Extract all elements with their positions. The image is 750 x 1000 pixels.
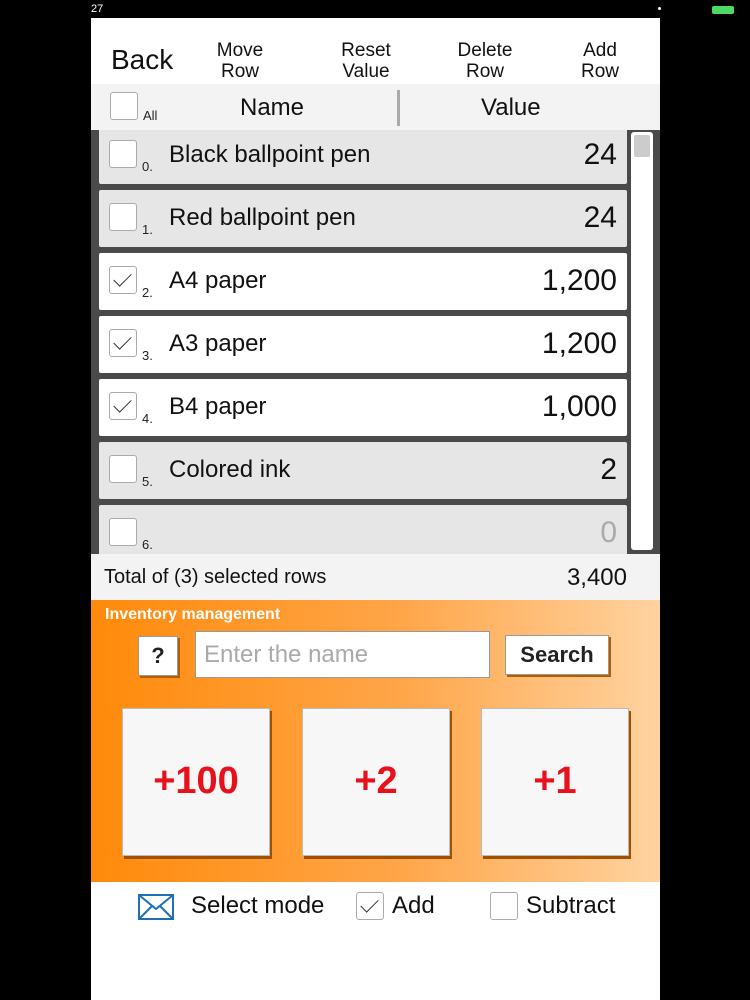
row-value: 0 [600, 516, 617, 549]
list-row[interactable]: 4. B4 paper 1,000 [99, 379, 627, 436]
list-row[interactable]: 3. A3 paper 1,200 [99, 316, 627, 373]
add-2-button[interactable]: +2 [302, 708, 450, 856]
list-row[interactable]: 6. 0 [99, 505, 627, 554]
reset-value-button[interactable]: Reset Value [321, 40, 411, 82]
list-row[interactable]: 1. Red ballpoint pen 24 [99, 190, 627, 247]
row-value: 24 [583, 138, 617, 171]
status-time: 27 [91, 3, 104, 15]
row-checkbox[interactable] [109, 392, 137, 420]
select-all-checkbox[interactable] [110, 92, 138, 120]
list-header: All Name Value [91, 84, 660, 130]
row-index: 3. [142, 348, 153, 363]
total-label: Total of (3) selected rows [104, 566, 327, 588]
column-divider [397, 90, 400, 126]
row-index: 1. [142, 222, 153, 237]
row-value: 2 [600, 453, 617, 486]
add-mode-checkbox[interactable] [356, 892, 384, 920]
row-name: Black ballpoint pen [169, 141, 371, 168]
row-checkbox[interactable] [109, 203, 137, 231]
list-row[interactable]: 5. Colored ink 2 [99, 442, 627, 499]
value-column-header: Value [481, 94, 541, 121]
list-row[interactable]: 2. A4 paper 1,200 [99, 253, 627, 310]
list-row[interactable]: 0. Black ballpoint pen 24 [99, 130, 627, 184]
app-screen: Back Move Row Reset Value Delete Row Add… [91, 18, 660, 1000]
inventory-panel: Inventory management ? Search +100 +2 +1 [91, 600, 660, 882]
row-checkbox[interactable] [109, 329, 137, 357]
select-all-label: All [143, 108, 158, 123]
row-checkbox[interactable] [109, 455, 137, 483]
row-index: 6. [142, 537, 153, 552]
name-column-header: Name [240, 94, 305, 121]
add-row-button[interactable]: Add Row [555, 40, 645, 82]
add-100-button[interactable]: +100 [122, 708, 270, 856]
scroll-thumb[interactable] [634, 135, 650, 157]
toolbar: Back Move Row Reset Value Delete Row Add… [91, 18, 660, 84]
move-row-button[interactable]: Move Row [195, 40, 285, 82]
delete-row-button[interactable]: Delete Row [440, 40, 530, 82]
total-value: 3,400 [566, 564, 627, 591]
row-checkbox[interactable] [109, 518, 137, 546]
row-name: A4 paper [169, 267, 267, 294]
total-bar: Total of (3) selected rows 3,400 [91, 554, 660, 600]
footer-bar: Select mode Add Subtract [91, 882, 660, 1000]
select-mode-label[interactable]: Select mode [191, 892, 324, 920]
item-list[interactable]: 0. Black ballpoint pen 24 1. Red ballpoint p… [91, 130, 660, 554]
row-checkbox[interactable] [109, 140, 137, 168]
battery-icon [712, 6, 734, 14]
subtract-mode-checkbox[interactable] [490, 892, 518, 920]
search-button[interactable]: Search [505, 635, 609, 675]
subtract-mode-label: Subtract [526, 892, 616, 919]
envelope-icon[interactable] [138, 894, 174, 920]
row-name: Red ballpoint pen [169, 204, 356, 231]
row-index: 0. [142, 159, 153, 174]
add-mode-label: Add [392, 892, 435, 919]
list-scrollbar[interactable] [631, 132, 653, 550]
name-search-input[interactable] [195, 631, 490, 678]
row-name: Colored ink [169, 456, 291, 483]
status-indicator [658, 7, 661, 10]
row-value: 24 [583, 201, 617, 234]
back-button[interactable]: Back [111, 44, 173, 76]
row-name: B4 paper [169, 393, 267, 420]
row-index: 5. [142, 474, 153, 489]
row-value: 1,000 [541, 390, 617, 423]
help-button[interactable]: ? [138, 636, 178, 676]
panel-title: Inventory management [105, 606, 281, 623]
row-index: 4. [142, 411, 153, 426]
row-value: 1,200 [541, 264, 617, 297]
row-checkbox[interactable] [109, 266, 137, 294]
row-value: 1,200 [541, 327, 617, 360]
add-1-button[interactable]: +1 [481, 708, 629, 856]
row-name: A3 paper [169, 330, 267, 357]
row-index: 2. [142, 285, 153, 300]
